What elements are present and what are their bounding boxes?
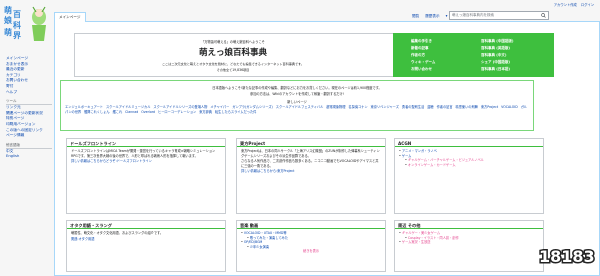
quick-link[interactable]: ウィキ・ゲーム: [411, 59, 435, 66]
svg-text:18183: 18183: [539, 247, 595, 266]
portal-text: 萌属性、萌文化・オタク文化用語、およびスラングの紹介です。: [71, 231, 164, 235]
search-icon[interactable]: [541, 13, 546, 18]
notice-line: 参加の方法は、Wikiのアカウントを作成して執筆・翻訳するだけ!: [250, 92, 344, 96]
portal-link[interactable]: 詳しい情報はこちらから:東方Project: [241, 169, 381, 174]
notice-box: 日本語版へようこそ!新たな記事の作成や編集、翻訳などにお力をお貸しください。現在…: [60, 80, 534, 131]
new-page-link[interactable]: 東方辞典: [199, 110, 212, 114]
portal-body: 東方Projectは、日本の同人サークル「上海アリス幻樂団」のZUNが制作した弾…: [237, 147, 385, 177]
quick-link[interactable]: 百科事典 (中文): [481, 52, 513, 59]
quick-link[interactable]: シェア (中国語版): [481, 59, 513, 66]
portal-title: 東方Project: [237, 139, 385, 147]
tab-history[interactable]: 履歴表示: [422, 12, 442, 21]
new-page-link[interactable]: VOCALOID: [501, 105, 518, 109]
quick-link[interactable]: 百科事典 (英語版): [481, 45, 513, 52]
welcome-text: 「万物皆可萌える」の萌え娘百科へようこそ: [201, 40, 265, 44]
sidebar: 萌娘百科 萌界 メインページ おまかせ表示 最近の更新 カテゴリ お問い合わせ …: [0, 0, 54, 276]
new-page-link[interactable]: 東方Project: [481, 105, 498, 109]
portal-body: • アニメ・マンガ・ラノベ • ゲーム • ギャルゲーム・バーチャルゲーム・ビジ…: [395, 147, 543, 169]
quick-links-panel: 編集の手引き 新着の記事 作者の方 ウィキ・ゲーム お問い合わせ 百科事典 (中…: [393, 33, 554, 77]
sidebar-item-help[interactable]: ヘルプ: [6, 90, 52, 96]
namespace-tabs: メインページ: [54, 12, 86, 22]
new-page-link[interactable]: 勇者の聖剣生活: [402, 105, 424, 109]
portal-body: • ギャルゲー・美少女ゲーム • Cosplay・イラスト・同人誌・創作 • ゲ…: [395, 229, 543, 247]
portal-acgn: ACGN • アニメ・マンガ・ラノベ • ゲーム • ギャルゲーム・バーチャルゲ…: [394, 138, 544, 214]
view-tabs: 閲覧 履歴表示 ▾: [409, 12, 450, 21]
quick-link[interactable]: 作者の方: [411, 52, 435, 59]
portal-dolls-frontline: ドールズフロントライン ドールズフロントラインはMICA Teamが開発・運営を…: [66, 138, 226, 214]
portal-body: ドールズフロントラインはMICA Teamが開発・運営を行っているキャラ育成×戦…: [67, 147, 225, 167]
new-page-link[interactable]: 精霊使いの剣舞: [456, 105, 478, 109]
portal-title: ACGN: [395, 139, 543, 147]
site-logo[interactable]: 萌娘百科 萌界: [3, 3, 51, 43]
new-page-link[interactable]: 東京リベンジャーズ: [371, 105, 399, 109]
svg-text:科: 科: [13, 20, 21, 30]
portal-otaku-terms: オタク用語・スラング 萌属性、萌文化・オタク文化用語、およびスラングの紹介です。…: [66, 220, 226, 272]
quick-link[interactable]: 百科事典 (中国語版): [481, 38, 513, 45]
svg-text:娘: 娘: [4, 15, 13, 25]
portal-body: • VOCALOID・UTAU・MMD等 • 歌ってみた・演奏してみた • OP…: [237, 229, 385, 256]
new-page-link[interactable]: スクールアイドルミュージカル: [106, 105, 150, 109]
portal-misc: 周辺 その他 • ギャルゲー・美少女ゲーム • Cosplay・イラスト・同人誌…: [394, 220, 544, 272]
welcome-main: 「万物皆可萌える」の萌え娘百科へようこそ 萌えっ娘百科事典 ここは二次元文化と萌…: [83, 34, 383, 78]
sidebar-item-lang-en[interactable]: English: [6, 154, 52, 160]
portal-list-item[interactable]: • ゲーム実況・生放送: [399, 240, 539, 245]
new-page-link[interactable]: スクールアイドルフェスティバル: [276, 105, 323, 109]
new-page-link[interactable]: 艦これ: [113, 110, 123, 114]
portal-link[interactable]: 詳しい情報はこちらからどうぞ:ドールズフロントライン: [71, 159, 221, 164]
notice-line: 日本語版へようこそ!新たな記事の作成や編集、翻訳などにお力をお貸しください。現在…: [212, 86, 382, 90]
portal-touhou: 東方Project 東方Projectは、日本の同人サークル「上海アリス幻樂団」…: [236, 138, 386, 214]
new-page-link[interactable]: Overlord: [141, 110, 155, 114]
portal-title: 周辺 その他: [395, 221, 543, 229]
search-input[interactable]: 萌えっ娘百科事典内を検索: [449, 11, 549, 20]
quick-links-col2: 百科事典 (中国語版) 百科事典 (英語版) 百科事典 (中文) シェア (中国…: [481, 38, 513, 73]
svg-text:萌: 萌: [4, 27, 12, 37]
new-page-link[interactable]: ヒーローコーデレーション: [158, 110, 196, 114]
new-pages-list: エンジェルポーキュアート スクールアイドルミュージカル スクールアイドルシリーズの登…: [61, 104, 533, 118]
new-page-link[interactable]: 超常現象物理: [326, 105, 345, 109]
sidebar-nav: メインページ おまかせ表示 最近の更新 カテゴリ お問い合わせ 寄付 ヘルプ ツ…: [6, 56, 52, 160]
new-page-link[interactable]: 転生したらスライムだった件: [215, 110, 256, 114]
site-description: ここは二次元文化と萌えとオタク文化を題材に、どなたでも編集できるインターネット百…: [162, 62, 304, 66]
svg-text:百: 百: [13, 10, 21, 19]
tab-read[interactable]: 閲覧: [409, 12, 422, 21]
new-page-link[interactable]: 名探偵コナン: [348, 105, 367, 109]
portal-music-video: 音楽 動画 • VOCALOID・UTAU・MMD等 • 歌ってみた・演奏してみ…: [236, 220, 386, 272]
new-page-link[interactable]: メチャイパー: [210, 105, 229, 109]
login-link[interactable]: ログイン: [581, 2, 594, 7]
portal-title: オタク用語・スラング: [67, 221, 225, 229]
quick-link[interactable]: 百科事典 (日本語): [481, 66, 513, 73]
portal-text: ドールズフロントラインはMICA Teamが開発・運営を行っているキャラ育成×戦…: [71, 149, 216, 158]
new-page-link[interactable]: 盗聴: [427, 105, 433, 109]
new-page-link[interactable]: ガンプラ(ガンダムシリーズ): [232, 105, 272, 109]
portal-text: 東方Projectは、日本の同人サークル「上海アリス幻樂団」のZUNが制作した弾…: [241, 149, 380, 158]
portal-title: 音楽 動画: [237, 221, 385, 229]
portal-title: ドールズフロントライン: [67, 139, 225, 147]
create-account-link[interactable]: アカウント作成: [554, 2, 577, 7]
svg-text:萌: 萌: [4, 5, 12, 15]
portal-body: 萌属性、萌文化・オタク文化用語、およびスラングの紹介です。 関連:オタク用語: [67, 229, 225, 244]
portal-list-item[interactable]: • オンラインゲーム・カードゲーム: [399, 163, 539, 168]
portal-link[interactable]: 関連:オタク用語: [71, 237, 221, 242]
svg-text:界: 界: [13, 30, 22, 40]
portal-more-link[interactable]: 続きを表示: [241, 249, 381, 254]
article-count: その他全て19,836項目: [216, 68, 250, 72]
new-page-link[interactable]: Clannad: [125, 110, 138, 114]
new-page-link[interactable]: 作者の証言: [437, 105, 453, 109]
search-placeholder: 萌えっ娘百科事典内を検索: [452, 13, 494, 17]
quick-link[interactable]: 新着の記事: [411, 45, 435, 52]
quick-link[interactable]: お問い合わせ: [411, 66, 435, 73]
personal-tools: アカウント作成 ログイン: [554, 2, 594, 7]
new-page-link[interactable]: エンジェルポーキュアート: [65, 105, 103, 109]
new-page-link[interactable]: 艦隊これくしょん: [84, 110, 110, 114]
sidebar-item-page-info[interactable]: ページ情報: [6, 133, 52, 139]
site-title: 萌えっ娘百科事典: [198, 48, 267, 58]
new-page-link[interactable]: スクールアイドルシリーズの登場人物: [153, 105, 207, 109]
quick-link[interactable]: 編集の手引き: [411, 38, 435, 45]
tab-main-page[interactable]: メインページ: [54, 12, 86, 22]
watermark-logo: 18183: [538, 246, 597, 268]
portal-text: さらなる人気作品で、二次創作作品も数多くある。ニコニコ動画でもVOCALOIDや…: [241, 159, 379, 168]
quick-links-col1: 編集の手引き 新着の記事 作者の方 ウィキ・ゲーム お問い合わせ: [411, 38, 435, 73]
